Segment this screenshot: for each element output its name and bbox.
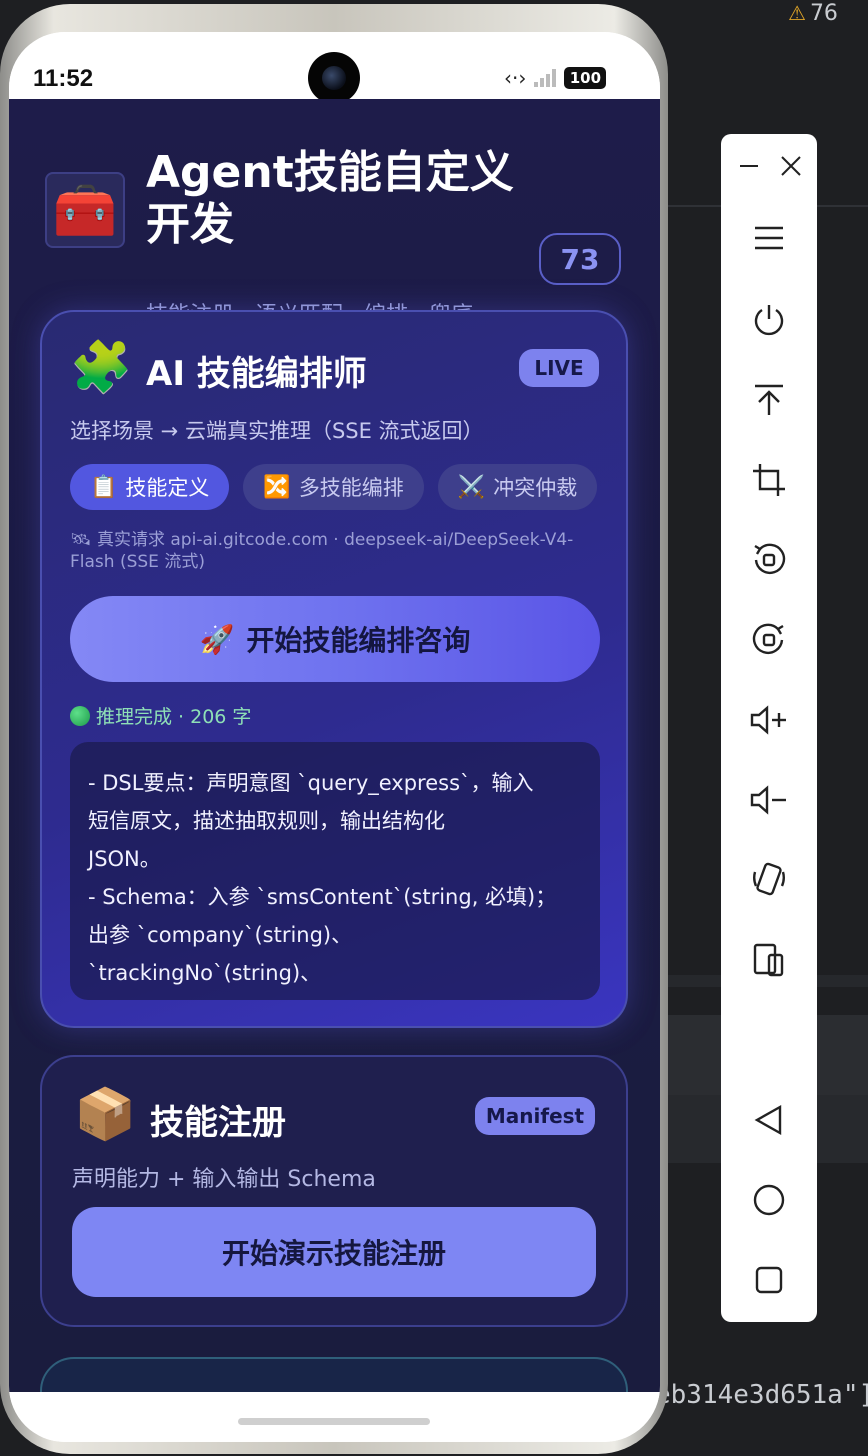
warning-icon: ⚠ bbox=[788, 1, 806, 25]
status-icons: ‹·› 100 bbox=[504, 66, 607, 90]
shuffle-icon: 🔀 bbox=[263, 474, 291, 500]
page-title: Agent技能自定义开发 bbox=[146, 147, 514, 250]
card-subtitle: 选择场景 → 云端真实推理（SSE 流式返回） bbox=[70, 419, 484, 443]
app-content[interactable]: 🧰 Agent技能自定义开发 技能注册 · 语义匹配 · 编排 · 兜底 73 … bbox=[9, 99, 660, 1392]
package-icon: 📦 bbox=[74, 1085, 137, 1143]
puzzle-icon: 🧩 bbox=[70, 338, 133, 396]
tab-conflict[interactable]: ⚔️ 冲突仲裁 bbox=[437, 464, 598, 510]
ai-orchestrator-card: 🧩 AI 技能编排师 LIVE 选择场景 → 云端真实推理（SSE 流式返回） … bbox=[40, 310, 628, 1028]
status-time: 11:52 bbox=[33, 65, 94, 92]
signal-icon bbox=[534, 69, 557, 87]
tab-label: 冲突仲裁 bbox=[493, 476, 578, 500]
start-consult-button[interactable]: 🚀 开始技能编排咨询 bbox=[70, 596, 600, 682]
output-line: - DSL要点：声明意图 `query_express`，输入 bbox=[88, 771, 534, 795]
tab-label: 技能定义 bbox=[125, 476, 210, 500]
output-line: 出参 `company`(string)、 bbox=[88, 923, 353, 947]
battery-icon: 100 bbox=[564, 67, 607, 89]
card-title: AI 技能编排师 bbox=[146, 354, 367, 394]
inference-status: 推理完成 · 206 字 bbox=[70, 702, 251, 729]
menu-icon[interactable] bbox=[745, 214, 793, 262]
warning-indicator[interactable]: ⚠ 76 bbox=[788, 0, 838, 26]
minimize-icon[interactable] bbox=[725, 142, 773, 190]
close-icon[interactable] bbox=[767, 142, 815, 190]
tab-skill-definition[interactable]: 📋 技能定义 bbox=[70, 464, 230, 510]
green-dot-icon bbox=[70, 705, 90, 726]
pin-top-icon[interactable] bbox=[745, 376, 793, 424]
swords-icon: ⚔️ bbox=[457, 474, 486, 500]
clipboard-icon: 📋 bbox=[90, 474, 118, 500]
card-subtitle: 声明能力 + 输入输出 Schema bbox=[72, 1167, 376, 1192]
start-register-demo-button[interactable]: 开始演示技能注册 bbox=[72, 1207, 596, 1297]
output-line: `trackingNo`(string)、 bbox=[88, 961, 322, 985]
count-badge: 73 bbox=[539, 233, 621, 285]
manifest-badge: Manifest bbox=[475, 1097, 595, 1135]
output-box[interactable]: - DSL要点：声明意图 `query_express`，输入 短信原文，描述抽… bbox=[70, 742, 600, 1000]
phone-frame: 11:52 ‹·› 100 🧰 Agent技能自定义开发 技能注册 · 语义匹配… bbox=[0, 4, 668, 1454]
phone-screen: 11:52 ‹·› 100 🧰 Agent技能自定义开发 技能注册 · 语义匹配… bbox=[9, 32, 660, 1442]
recents-icon[interactable] bbox=[745, 1256, 793, 1304]
rotate-right-icon[interactable] bbox=[745, 616, 793, 664]
back-icon[interactable] bbox=[745, 1096, 793, 1144]
skill-register-card: 📦 技能注册 Manifest 声明能力 + 输入输出 Schema 开始演示技… bbox=[40, 1055, 628, 1327]
live-badge: LIVE bbox=[519, 349, 599, 387]
tab-multi-skill[interactable]: 🔀 多技能编排 bbox=[243, 464, 424, 510]
camera-cutout bbox=[308, 52, 360, 104]
crop-icon[interactable] bbox=[745, 456, 793, 504]
output-line: - Schema：入参 `smsContent`(string, 必填)； bbox=[88, 885, 557, 909]
output-line: `confidence`(number) bbox=[88, 992, 582, 1000]
status-bar: 11:52 ‹·› 100 bbox=[9, 32, 660, 104]
ide-code-text: eb314e3d651a"] bbox=[655, 1380, 868, 1410]
emulator-toolbar bbox=[721, 134, 817, 1322]
card-title: 技能注册 bbox=[150, 1103, 286, 1143]
shake-icon[interactable] bbox=[745, 856, 793, 904]
toolbox-icon: 🧰 bbox=[45, 172, 125, 248]
fold-icon[interactable] bbox=[745, 936, 793, 984]
button-label: 开始技能编排咨询 bbox=[246, 624, 471, 657]
rotate-left-icon[interactable] bbox=[745, 536, 793, 584]
power-icon[interactable] bbox=[745, 296, 793, 344]
volume-down-icon[interactable] bbox=[745, 776, 793, 824]
network-sync-icon: ‹·› bbox=[504, 66, 527, 90]
status-text: 推理完成 · 206 字 bbox=[96, 706, 252, 728]
home-indicator[interactable] bbox=[238, 1418, 430, 1425]
request-note: 🛰 真实请求 api-ai.gitcode.com · deepseek-ai/… bbox=[70, 530, 574, 572]
warning-count: 76 bbox=[809, 0, 838, 26]
gesture-bar-area bbox=[9, 1392, 660, 1442]
output-line: 短信原文，描述抽取规则，输出结构化 bbox=[88, 809, 445, 833]
scenario-tabs: 📋 技能定义 🔀 多技能编排 ⚔️ 冲突仲裁 bbox=[70, 464, 598, 510]
next-card bbox=[40, 1357, 628, 1392]
home-icon[interactable] bbox=[745, 1176, 793, 1224]
output-line: JSON。 bbox=[88, 847, 161, 871]
rocket-icon: 🚀 bbox=[199, 622, 235, 656]
volume-up-icon[interactable] bbox=[745, 696, 793, 744]
tab-label: 多技能编排 bbox=[298, 476, 404, 500]
